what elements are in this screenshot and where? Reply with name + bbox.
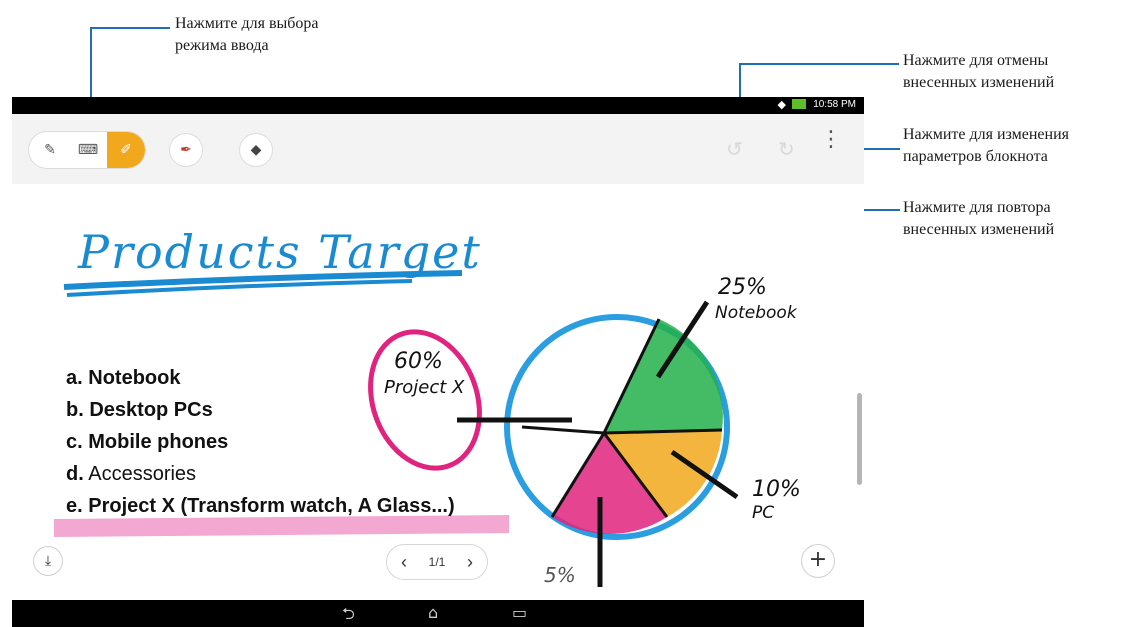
- page-navigator: ‹ 1/1 ›: [387, 545, 487, 579]
- label-notebook-pct: 25%: [718, 275, 767, 300]
- callout-settings: Нажмите для изменения параметров блокнот…: [903, 124, 1069, 168]
- label-other-pct: 5%: [544, 563, 576, 587]
- leader-line: [90, 27, 170, 29]
- leader-line: [739, 63, 899, 65]
- export-icon: ⤓: [44, 553, 52, 569]
- callout-input-mode-line1: Нажмите для выбора: [175, 15, 319, 32]
- callout-settings-line2: параметров блокнота: [903, 148, 1048, 165]
- export-button[interactable]: ⤓: [34, 547, 62, 575]
- label-pc: PC: [752, 503, 775, 523]
- callout-redo: Нажмите для повтора внесенных изменений: [903, 197, 1054, 241]
- back-icon[interactable]: ⮌: [342, 603, 355, 627]
- callout-redo-line2: внесенных изменений: [903, 221, 1055, 238]
- list-item: c. Mobile phones: [66, 431, 229, 453]
- callout-undo: Нажмите для отмены внесенных изменений: [903, 50, 1054, 94]
- list-item: b. Desktop PCs: [66, 399, 213, 421]
- home-icon[interactable]: ⌂: [428, 603, 438, 622]
- page-indicator: 1/1: [428, 555, 446, 569]
- list-item: a. Notebook: [66, 367, 181, 389]
- callout-redo-line1: Нажмите для повтора: [903, 199, 1051, 216]
- callout-undo-line2: внесенных изменений: [903, 74, 1055, 91]
- prev-page-button[interactable]: ‹: [401, 552, 407, 573]
- callout-settings-line1: Нажмите для изменения: [903, 126, 1070, 143]
- recents-icon[interactable]: ▭: [512, 603, 527, 622]
- list-item: d. Accessories: [66, 463, 197, 485]
- callout-input-mode-line2: режима ввода: [175, 37, 269, 54]
- label-notebook: Notebook: [715, 303, 797, 323]
- add-page-button[interactable]: +: [802, 545, 834, 577]
- target-list: a. Notebook b. Desktop PCs c. Mobile pho…: [66, 362, 455, 522]
- label-pc-pct: 10%: [752, 477, 801, 502]
- pie-slice-notebook: [604, 319, 723, 433]
- callout-undo-line1: Нажмите для отмены: [903, 52, 1049, 69]
- add-icon: +: [808, 547, 828, 572]
- navigation-bar: ⮌ ⌂ ▭: [12, 600, 864, 627]
- next-page-button[interactable]: ›: [467, 552, 473, 573]
- device-screen: ◆ 10:58 PM ✎ ⌨ ✐ ✒ ◆ ↺ ↻ ⋮ Products Targ…: [12, 97, 864, 627]
- callout-input-mode: Нажмите для выбора режима ввода: [175, 13, 319, 57]
- pie-divider: [521, 425, 605, 435]
- list-item: e. Project X (Transform watch, A Glass..…: [66, 495, 455, 517]
